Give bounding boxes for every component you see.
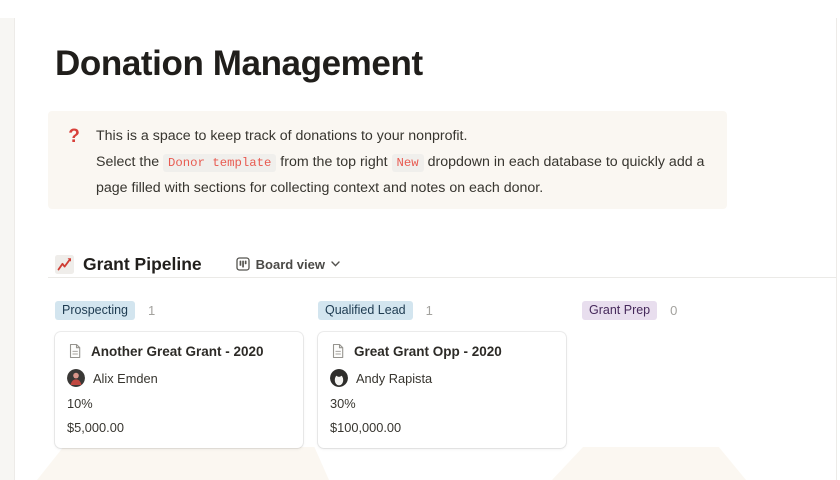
column-count: 0 xyxy=(670,303,677,318)
card-title: Great Grant Opp - 2020 xyxy=(354,344,502,359)
background-artifact xyxy=(552,447,746,480)
column-count: 1 xyxy=(148,303,155,318)
board-column-prospecting: Prospecting 1 Another Great Grant - 2020 xyxy=(55,300,305,448)
inline-code-donor-template: Donor template xyxy=(163,154,276,172)
callout-text: This is a space to keep track of donatio… xyxy=(96,124,711,202)
board-column-qualified-lead: Qualified Lead 1 Great Grant Opp - 2020 xyxy=(318,300,568,448)
background-artifact xyxy=(37,447,329,480)
database-title[interactable]: Grant Pipeline xyxy=(83,254,202,275)
card-person: Andy Rapista xyxy=(356,371,432,386)
column-group-tag[interactable]: Grant Prep xyxy=(582,301,657,320)
callout-text-segment: from the top right xyxy=(276,154,391,170)
board-column-grant-prep: Grant Prep 0 xyxy=(582,300,832,320)
board-view-icon xyxy=(236,257,250,271)
inline-code-new: New xyxy=(392,154,424,172)
page-title[interactable]: Donation Management xyxy=(55,44,423,84)
card-another-great-grant[interactable]: Another Great Grant - 2020 Alix Emden 10… xyxy=(55,332,303,448)
column-header: Qualified Lead 1 xyxy=(318,300,568,320)
page-icon xyxy=(330,343,346,359)
callout-block: ? This is a space to keep track of donat… xyxy=(48,111,727,209)
callout-line-1: This is a space to keep track of donatio… xyxy=(96,124,711,150)
card-title: Another Great Grant - 2020 xyxy=(91,344,264,359)
column-group-tag[interactable]: Qualified Lead xyxy=(318,301,413,320)
chart-increasing-icon xyxy=(55,255,74,274)
board-view-button[interactable]: Board view xyxy=(232,255,344,274)
chevron-down-icon xyxy=(331,261,340,267)
red-question-mark-icon[interactable]: ? xyxy=(63,124,85,149)
card-amount: $5,000.00 xyxy=(67,420,291,435)
section-divider xyxy=(48,277,837,278)
column-header: Prospecting 1 xyxy=(55,300,305,320)
page-icon xyxy=(67,343,83,359)
card-amount: $100,000.00 xyxy=(330,420,554,435)
window-right-edge xyxy=(836,18,837,480)
card-great-grant-opp[interactable]: Great Grant Opp - 2020 Andy Rapista 30% … xyxy=(318,332,566,448)
column-header: Grant Prep 0 xyxy=(582,300,832,320)
board-view-label: Board view xyxy=(256,257,325,272)
card-percent: 10% xyxy=(67,396,291,411)
avatar-andy-rapista xyxy=(330,369,348,387)
column-count: 1 xyxy=(426,303,433,318)
card-person: Alix Emden xyxy=(93,371,158,386)
column-group-tag[interactable]: Prospecting xyxy=(55,301,135,320)
callout-text-segment: Select the xyxy=(96,154,163,170)
callout-line-2: Select the Donor template from the top r… xyxy=(96,150,711,202)
database-header: Grant Pipeline Board view xyxy=(55,252,344,276)
card-percent: 30% xyxy=(330,396,554,411)
avatar-alix-emden xyxy=(67,369,85,387)
notion-page: Donation Management ? This is a space to… xyxy=(0,0,840,480)
window-left-edge xyxy=(0,18,15,480)
